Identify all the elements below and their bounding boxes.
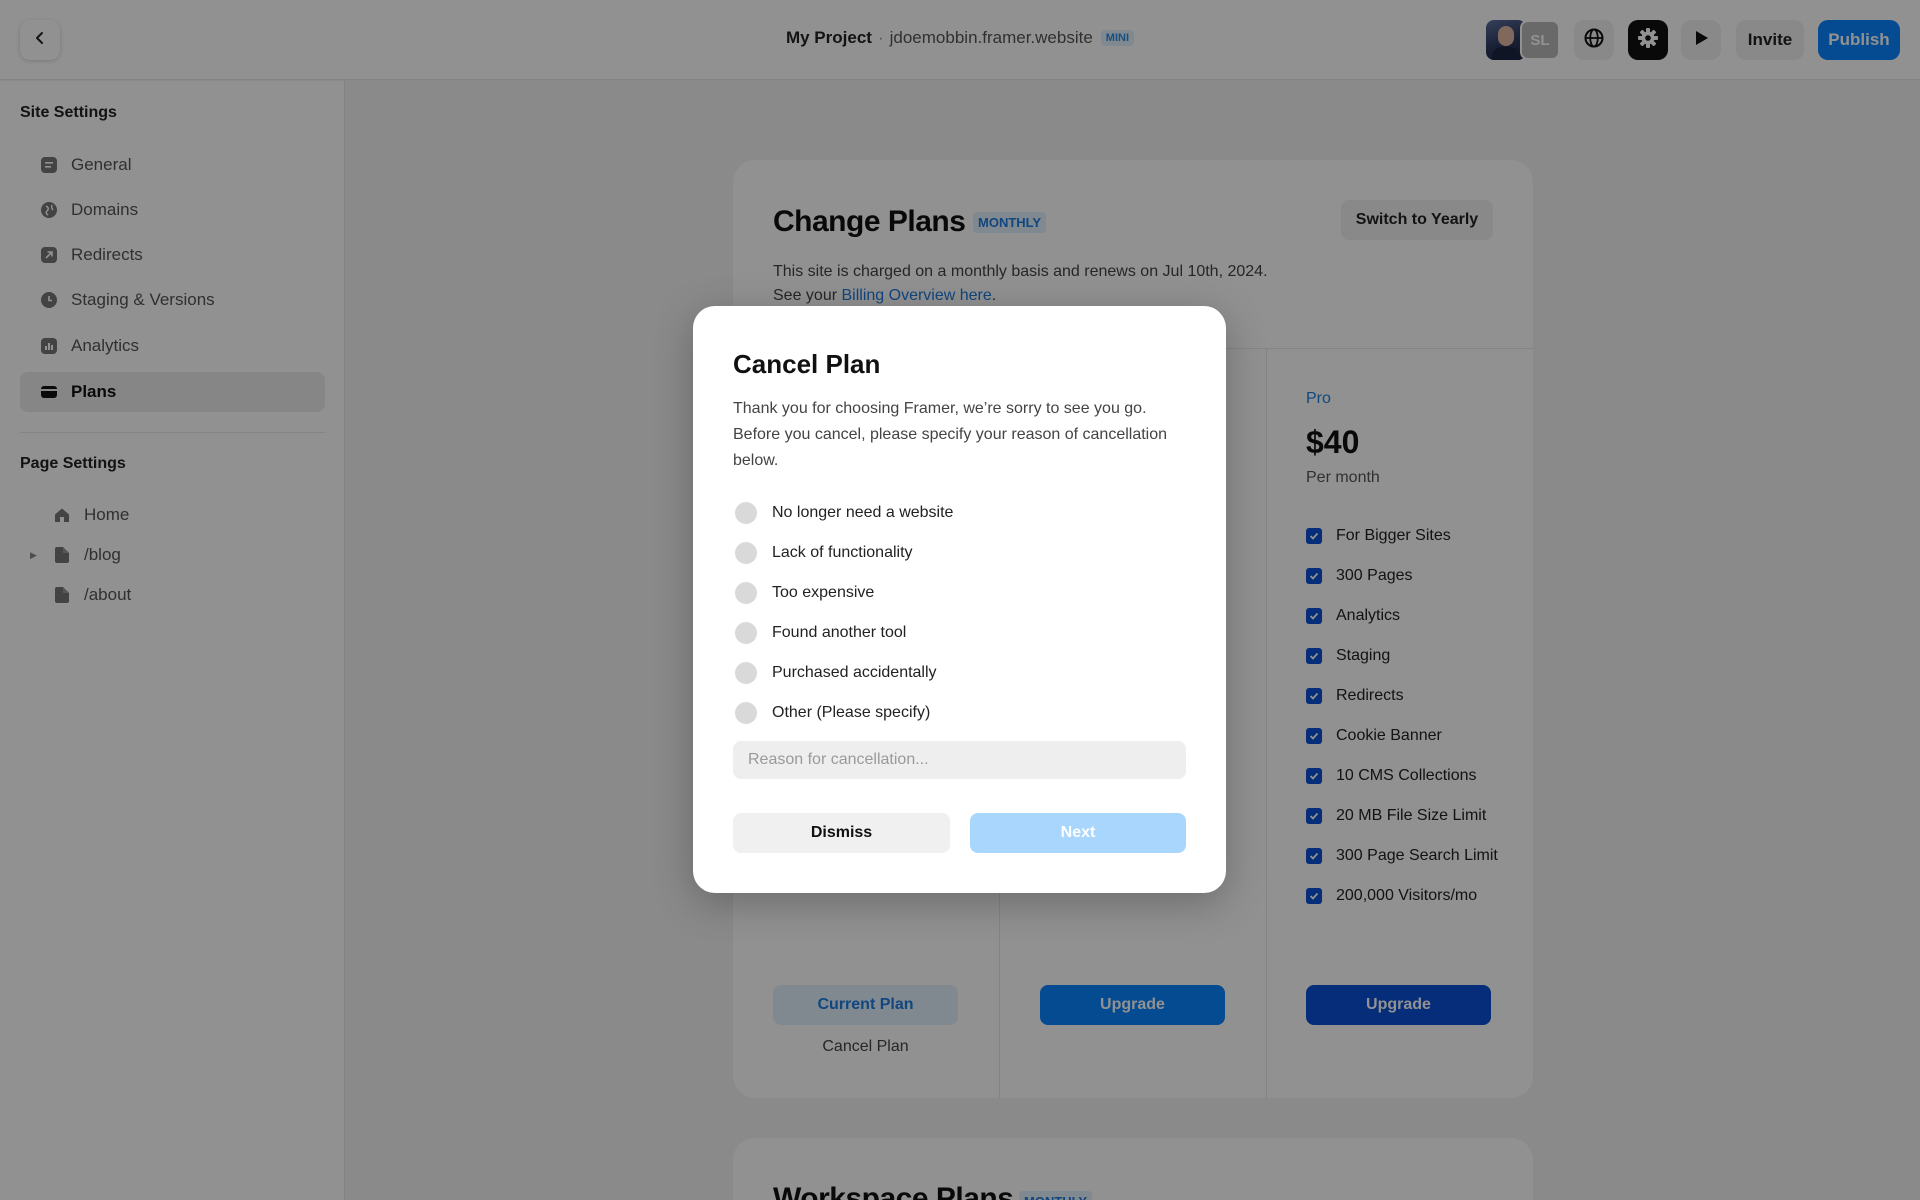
radio-button[interactable] <box>735 702 757 724</box>
reason-option[interactable]: Purchased accidentally <box>733 661 937 685</box>
next-button[interactable]: Next <box>970 813 1186 853</box>
radio-button[interactable] <box>735 662 757 684</box>
reason-option[interactable]: Other (Please specify) <box>733 701 930 725</box>
modal-title: Cancel Plan <box>733 349 881 379</box>
radio-button[interactable] <box>735 502 757 524</box>
reason-option[interactable]: Lack of functionality <box>733 541 913 565</box>
reason-label: Lack of functionality <box>772 544 913 561</box>
radio-button[interactable] <box>735 582 757 604</box>
cancellation-reason-input[interactable] <box>733 741 1186 779</box>
reason-label: Found another tool <box>772 624 907 641</box>
cancel-plan-modal: Cancel Plan Thank you for choosing Frame… <box>693 306 1226 893</box>
reason-option[interactable]: Too expensive <box>733 581 874 605</box>
modal-description: Thank you for choosing Framer, we’re sor… <box>733 400 1168 469</box>
reason-option[interactable]: No longer need a website <box>733 501 953 525</box>
reason-option[interactable]: Found another tool <box>733 621 906 645</box>
reason-label: No longer need a website <box>772 504 954 521</box>
dismiss-button[interactable]: Dismiss <box>733 813 950 853</box>
radio-button[interactable] <box>735 622 757 644</box>
radio-button[interactable] <box>735 542 757 564</box>
reason-label: Other (Please specify) <box>772 704 931 721</box>
reason-label: Purchased accidentally <box>772 664 937 681</box>
reason-label: Too expensive <box>772 584 875 601</box>
